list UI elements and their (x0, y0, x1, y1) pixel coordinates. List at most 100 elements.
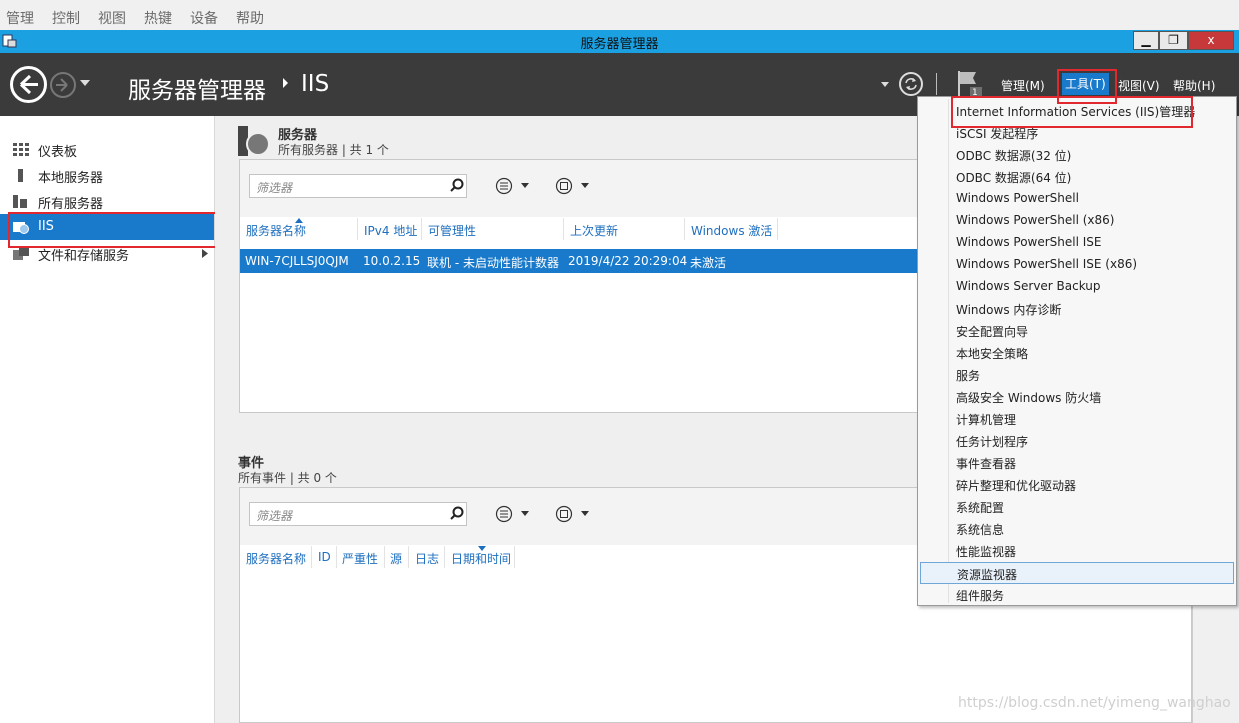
menu-item-label: 任务计划程序 (956, 435, 1029, 449)
menu-item-powershell-ise[interactable]: Windows PowerShell ISE (920, 232, 1234, 254)
menu-item-event-viewer[interactable]: 事件查看器 (920, 452, 1234, 474)
menu-item-label: Windows Server Backup (956, 279, 1101, 293)
all-servers-icon (13, 195, 27, 208)
events-filter-input[interactable]: 筛选器 (249, 502, 467, 526)
expand-chevron-icon[interactable] (202, 249, 208, 258)
menu-view[interactable]: 视图(V) (1118, 77, 1160, 94)
menu-help[interactable]: 帮助(H) (1173, 77, 1215, 94)
column-divider[interactable] (684, 218, 685, 240)
menu-item-resource-monitor[interactable]: 资源监视器 (920, 562, 1234, 584)
col-event-datetime[interactable]: 日期和时间 (451, 550, 511, 567)
history-dropdown-icon[interactable] (80, 80, 90, 88)
nav-item-local-server[interactable]: 本地服务器 (0, 162, 214, 188)
menu-item-label: 计算机管理 (956, 413, 1017, 427)
menu-item-local-security-policy[interactable]: 本地安全策略 (920, 342, 1234, 364)
forward-button[interactable] (50, 72, 76, 98)
menu-item-powershell[interactable]: Windows PowerShell (920, 188, 1234, 210)
col-event-source[interactable]: 源 (390, 550, 402, 567)
host-menu-view[interactable]: 视图 (98, 8, 126, 28)
refresh-icon (905, 78, 917, 90)
host-menu-device[interactable]: 设备 (190, 8, 218, 28)
nav-item-all-servers[interactable]: 所有服务器 (0, 188, 214, 214)
column-divider[interactable] (357, 218, 358, 240)
menu-item-label: 系统配置 (956, 501, 1005, 515)
servers-save-query-icon[interactable] (555, 177, 595, 195)
refresh-dropdown-icon[interactable] (881, 82, 889, 88)
menu-item-security-wizard[interactable]: 安全配置向导 (920, 320, 1234, 342)
highlight-box-iis (8, 212, 233, 248)
menu-item-memory-diagnostic[interactable]: Windows 内存诊断 (920, 298, 1234, 320)
cell-ipv4: 10.0.2.15 (363, 254, 421, 268)
col-manageability[interactable]: 可管理性 (428, 222, 476, 239)
menu-item-label: Windows PowerShell ISE (x86) (956, 257, 1138, 271)
menu-item-odbc32[interactable]: ODBC 数据源(32 位) (920, 144, 1234, 166)
col-event-server-name[interactable]: 服务器名称 (246, 550, 306, 567)
col-event-log[interactable]: 日志 (415, 550, 439, 567)
minimize-button[interactable]: ▁ (1133, 31, 1159, 50)
back-button[interactable] (10, 66, 47, 103)
menu-item-label: Windows 内存诊断 (956, 303, 1062, 317)
servers-view-options-icon[interactable] (495, 177, 535, 195)
search-icon[interactable] (450, 178, 464, 192)
col-event-id[interactable]: ID (318, 550, 331, 564)
servers-filter-input[interactable]: 筛选器 (249, 174, 467, 198)
column-divider[interactable] (421, 218, 422, 240)
refresh-button[interactable] (899, 72, 923, 96)
host-menu-hotkey[interactable]: 热键 (144, 8, 172, 28)
column-divider[interactable] (444, 546, 445, 568)
search-icon[interactable] (450, 506, 464, 520)
column-divider[interactable] (563, 218, 564, 240)
column-divider[interactable] (336, 546, 337, 568)
menu-item-label: Windows PowerShell (956, 191, 1079, 205)
restore-button[interactable]: ❐ (1159, 31, 1188, 50)
breadcrumb-root[interactable]: 服务器管理器 (128, 71, 266, 105)
notification-flag-icon[interactable] (957, 69, 983, 99)
breadcrumb-current: IIS (301, 71, 330, 97)
menu-item-performance-monitor[interactable]: 性能监视器 (920, 540, 1234, 562)
menu-item-powershell-x86[interactable]: Windows PowerShell (x86) (920, 210, 1234, 232)
menu-item-label: 系统信息 (956, 523, 1005, 537)
menu-item-component-services[interactable]: 组件服务 (920, 584, 1234, 606)
menu-item-firewall[interactable]: 高级安全 Windows 防火墙 (920, 386, 1234, 408)
local-server-icon (18, 169, 23, 182)
column-divider[interactable] (408, 546, 409, 568)
cell-server-name: WIN-7CJLLSJ0QJM (245, 254, 349, 268)
column-divider[interactable] (384, 546, 385, 568)
menu-item-label: 服务 (956, 369, 981, 383)
menu-manage[interactable]: 管理(M) (1001, 77, 1045, 94)
cell-activation: 未激活 (690, 256, 727, 270)
menu-item-services[interactable]: 服务 (920, 364, 1234, 386)
host-menu-manage[interactable]: 管理 (6, 8, 34, 28)
col-server-name[interactable]: 服务器名称 (246, 222, 306, 239)
tools-dropdown-menu: Internet Information Services (IIS)管理器 i… (917, 96, 1237, 606)
events-save-query-icon[interactable] (555, 505, 595, 523)
col-event-severity[interactable]: 严重性 (342, 550, 378, 567)
forward-arrow-icon (56, 78, 68, 92)
menu-item-task-scheduler[interactable]: 任务计划程序 (920, 430, 1234, 452)
menu-item-computer-management[interactable]: 计算机管理 (920, 408, 1234, 430)
menu-item-system-configuration[interactable]: 系统配置 (920, 496, 1234, 518)
menu-item-label: 高级安全 Windows 防火墙 (956, 391, 1102, 405)
table-row[interactable]: WIN-7CJLLSJ0QJM 10.0.2.15 联机 - 未启动性能计数器 … (240, 249, 920, 273)
window-titlebar: 服务器管理器 ▁ ❐ x (0, 30, 1239, 53)
column-divider[interactable] (311, 546, 312, 568)
menu-item-system-information[interactable]: 系统信息 (920, 518, 1234, 540)
nav-item-dashboard[interactable]: 仪表板 (0, 136, 214, 162)
menu-item-powershell-ise-x86[interactable]: Windows PowerShell ISE (x86) (920, 254, 1234, 276)
menu-item-odbc64[interactable]: ODBC 数据源(64 位) (920, 166, 1234, 188)
column-divider[interactable] (777, 218, 778, 240)
highlight-box-iis-manager (951, 96, 1193, 128)
col-ipv4[interactable]: IPv4 地址 (364, 222, 417, 239)
left-navigation: 仪表板 本地服务器 所有服务器 IIS 文件和存储服务 (0, 116, 215, 723)
menu-item-server-backup[interactable]: Windows Server Backup (920, 276, 1234, 298)
menu-item-defragment[interactable]: 碎片整理和优化驱动器 (920, 474, 1234, 496)
close-button[interactable]: x (1188, 31, 1234, 50)
col-windows-activation[interactable]: Windows 激活 (691, 222, 772, 239)
col-last-update[interactable]: 上次更新 (570, 222, 618, 239)
host-menu-control[interactable]: 控制 (52, 8, 80, 28)
column-divider[interactable] (514, 546, 515, 568)
events-view-options-icon[interactable] (495, 505, 535, 523)
host-menu-help[interactable]: 帮助 (236, 8, 264, 28)
servers-section-icon (238, 126, 270, 156)
menu-item-label: ODBC 数据源(32 位) (956, 149, 1072, 163)
